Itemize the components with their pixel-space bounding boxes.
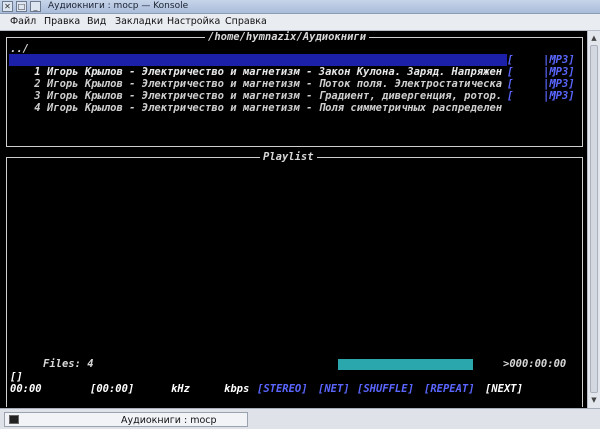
kbps-label: kbps	[224, 383, 250, 395]
terminal-area[interactable]: /home/hymnazix/Аудиокниги ../ 1 Игорь Кр…	[0, 31, 587, 408]
file-row[interactable]: 2 Игорь Крылов - Электричество и магнети…	[9, 66, 502, 90]
menu-view[interactable]: Вид	[87, 16, 106, 27]
file-format: |MP3]	[543, 78, 575, 90]
maximize-icon[interactable]: □	[16, 1, 27, 12]
stereo-flag: [STEREO]	[257, 383, 308, 395]
terminal-scrollbar[interactable]: ▲ ▼	[587, 31, 600, 408]
menu-edit[interactable]: Правка	[44, 16, 80, 27]
net-flag: [NET]	[318, 383, 350, 395]
title-bar: ✕ □ _ Аудиокниги : mocp — Konsole	[0, 0, 600, 14]
taskbar-window-label: Аудиокниги : mocp	[121, 415, 217, 426]
arrow-down-icon[interactable]: ▼	[589, 395, 599, 405]
scrollbar-thumb[interactable]	[590, 45, 598, 393]
terminal-icon	[9, 415, 19, 424]
file-format: |MP3]	[543, 66, 575, 78]
file-name: Игорь Крылов - Электричество и магнетизм…	[46, 102, 503, 114]
master-volume-label: Master 100%	[383, 369, 453, 381]
taskbar: Аудиокниги : mocp	[0, 408, 600, 429]
current-time: 00:00	[10, 383, 42, 395]
current-title-line: []	[10, 371, 23, 383]
file-format: |MP3]	[543, 54, 575, 66]
menu-file[interactable]: Файл	[10, 16, 36, 27]
next-flag: [NEXT]	[485, 383, 523, 395]
browser-title: /home/hymnazix/Аудиокниги	[205, 31, 370, 43]
file-row[interactable]: 4 Игорь Крылов - Электричество и магнети…	[9, 90, 502, 114]
close-icon[interactable]: ✕	[2, 1, 13, 12]
khz-label: kHz	[171, 383, 190, 395]
file-format: |MP3]	[543, 90, 575, 102]
playlist-title: Playlist	[260, 151, 317, 163]
taskbar-window-button[interactable]: Аудиокниги : mocp	[4, 412, 248, 427]
menu-help[interactable]: Справка	[225, 16, 267, 27]
master-volume-bar[interactable]: Master 100%	[338, 359, 473, 381]
minimize-icon[interactable]: _	[30, 1, 41, 12]
total-playlist-time: >000:00:00	[500, 358, 570, 370]
file-row[interactable]: 3 Игорь Крылов - Электричество и магнети…	[9, 78, 502, 102]
shuffle-flag: [SHUFFLE]	[357, 383, 414, 395]
menu-settings[interactable]: Настройка	[167, 16, 220, 27]
track-total-time: [00:00]	[90, 383, 135, 395]
file-row[interactable]: 1 Игорь Крылов - Электричество и магнети…	[9, 54, 507, 78]
window-title: Аудиокниги : mocp — Konsole	[48, 1, 189, 11]
repeat-flag: [REPEAT]	[424, 383, 475, 395]
menu-bookmarks[interactable]: Закладки	[115, 16, 163, 27]
files-count: Files: 4	[40, 358, 97, 370]
arrow-up-icon[interactable]: ▲	[589, 33, 599, 43]
menu-bar: Файл Правка Вид Закладки Настройка Справ…	[0, 14, 600, 31]
file-index: 4	[34, 102, 41, 114]
